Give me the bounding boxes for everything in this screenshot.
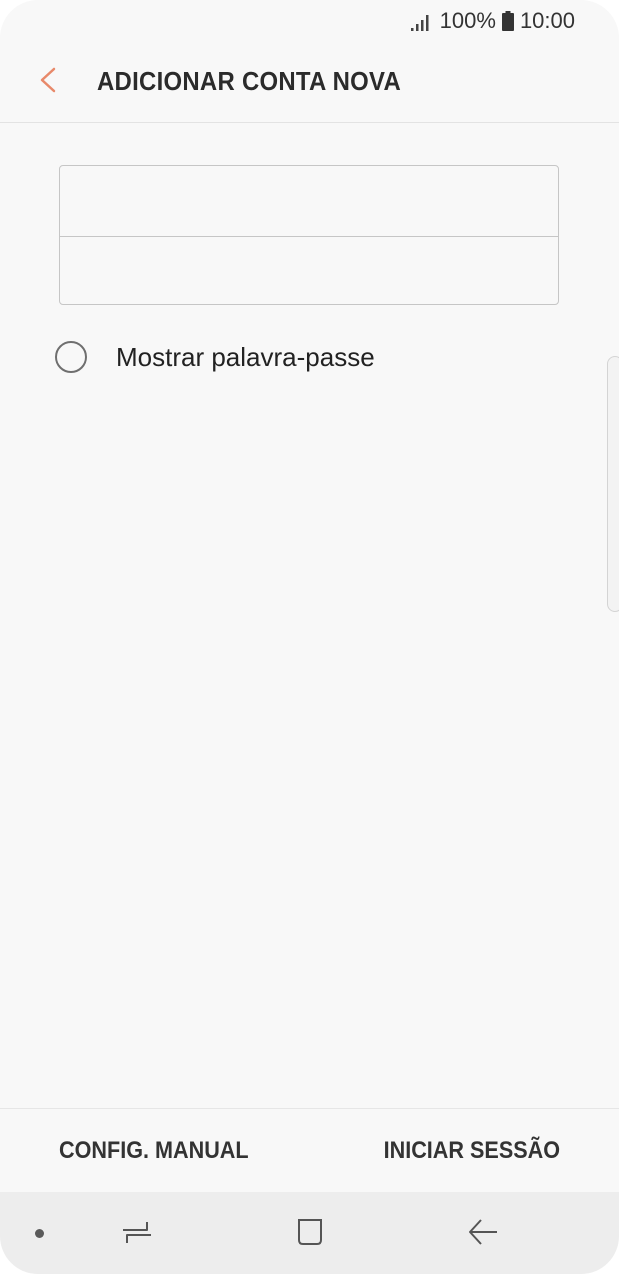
battery-percentage: 100% bbox=[439, 8, 496, 33]
back-button[interactable] bbox=[30, 64, 66, 100]
credentials-group bbox=[59, 165, 559, 307]
phone-screen: 100% 10:00 ADICIONAR CONTA NOVA Mostrar … bbox=[0, 0, 619, 1274]
password-field[interactable] bbox=[60, 237, 558, 307]
back-arrow-icon bbox=[467, 1217, 499, 1252]
status-bar: 100% 10:00 bbox=[0, 0, 619, 44]
show-password-label: Mostrar palavra-passe bbox=[116, 341, 375, 372]
action-bar: CONFIG. MANUAL INICIAR SESSÃO bbox=[0, 1108, 619, 1193]
home-icon bbox=[294, 1216, 326, 1253]
show-password-toggle[interactable]: Mostrar palavra-passe bbox=[55, 338, 375, 376]
edge-panel-handle[interactable] bbox=[607, 356, 619, 612]
back-nav-button[interactable] bbox=[463, 1216, 503, 1252]
app-header: ADICIONAR CONTA NOVA bbox=[0, 44, 619, 123]
recents-button[interactable] bbox=[117, 1216, 157, 1252]
show-password-checkbox[interactable] bbox=[55, 341, 87, 373]
recents-icon bbox=[120, 1218, 154, 1251]
sign-in-button[interactable]: INICIAR SESSÃO bbox=[384, 1137, 560, 1165]
navigation-bar bbox=[0, 1192, 619, 1274]
email-field[interactable] bbox=[60, 166, 558, 236]
home-button[interactable] bbox=[290, 1216, 330, 1252]
clock: 10:00 bbox=[519, 8, 575, 33]
battery-icon bbox=[501, 11, 514, 31]
page-title: ADICIONAR CONTA NOVA bbox=[97, 66, 402, 96]
chevron-left-icon bbox=[38, 66, 58, 99]
manual-setup-button[interactable]: CONFIG. MANUAL bbox=[59, 1137, 249, 1165]
signal-icon bbox=[410, 12, 434, 31]
nav-hide-dot[interactable] bbox=[35, 1229, 44, 1238]
status-indicators: 100% 10:00 bbox=[410, 8, 575, 34]
